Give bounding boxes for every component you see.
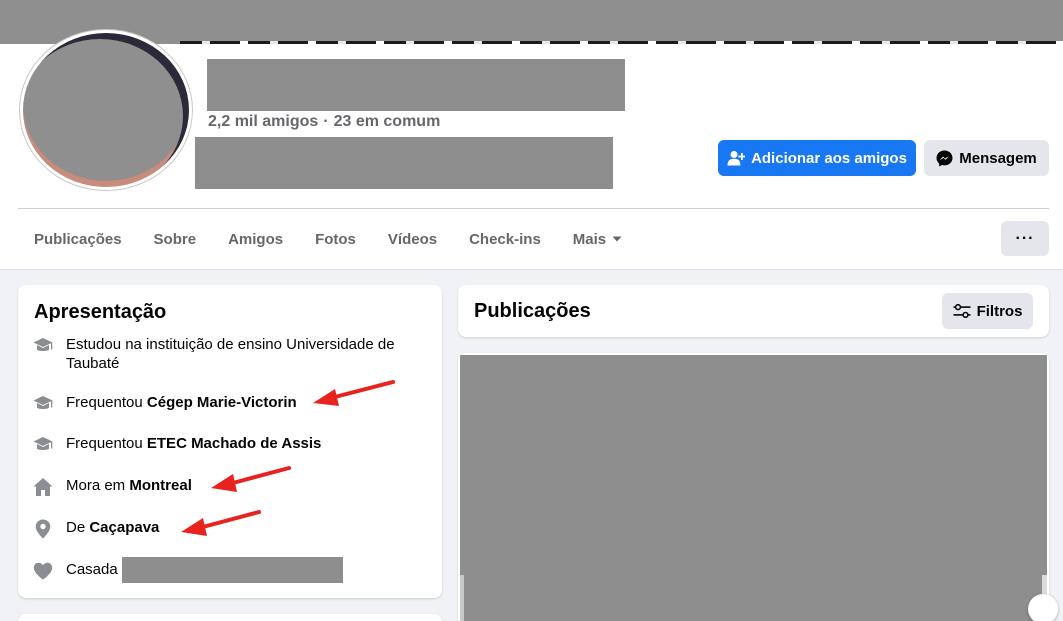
post-options-button[interactable] — [1028, 594, 1058, 621]
intro-item-text: Frequentou ETEC Machado de Assis — [66, 435, 322, 452]
hometown-link[interactable]: Caçapava — [89, 519, 159, 536]
home-icon — [32, 476, 54, 498]
add-friend-label: Adicionar aos amigos — [751, 149, 907, 167]
friends-count[interactable]: 2,2 mil amigos — [208, 113, 318, 130]
profile-name-redacted — [207, 59, 625, 111]
add-person-icon — [727, 151, 746, 166]
tab-label: Fotos — [315, 230, 356, 248]
intro-item-education: Estudou na instituição de ensino Univers… — [32, 335, 422, 373]
tab-label: Publicações — [34, 230, 122, 248]
intro-title: Apresentação — [34, 301, 167, 323]
tab-label: Amigos — [228, 230, 284, 248]
mutual-friends[interactable]: 23 em comum — [334, 113, 441, 130]
filters-label: Filtros — [976, 302, 1023, 320]
separator-dot: · — [323, 113, 329, 130]
post-image-edge — [460, 575, 464, 621]
sliders-icon — [953, 304, 971, 318]
tab-fotos[interactable]: Fotos — [299, 216, 372, 262]
profile-avatar-redacted[interactable] — [20, 30, 192, 190]
mutual-friends-avatars-redacted — [195, 137, 613, 189]
intro-item-text: Mora em Montreal — [66, 477, 192, 494]
more-options-button[interactable]: ··· — [1001, 221, 1049, 256]
post-image-redacted[interactable] — [460, 355, 1047, 621]
more-options-icon: ··· — [1015, 229, 1035, 247]
intro-item-text: Casada — [66, 561, 118, 578]
add-friend-button[interactable]: Adicionar aos amigos — [718, 140, 916, 176]
location-pin-icon — [32, 518, 54, 540]
next-card — [18, 614, 442, 621]
post-card — [458, 353, 1049, 621]
tab-label: Vídeos — [387, 230, 438, 248]
tab-videos[interactable]: Vídeos — [372, 216, 453, 262]
graduation-cap-icon — [32, 393, 54, 415]
tab-label: Check-ins — [469, 230, 541, 248]
profile-tabs: Publicações Sobre Amigos Fotos Vídeos Ch… — [18, 216, 638, 262]
intro-card: Apresentação Estudou na instituição de e… — [18, 285, 442, 598]
intro-item-text: Estudou na instituição de ensino Univers… — [66, 336, 395, 372]
tab-check-ins[interactable]: Check-ins — [453, 216, 557, 262]
caret-down-icon — [612, 236, 622, 242]
tab-mais[interactable]: Mais — [557, 216, 638, 262]
filters-button[interactable]: Filtros — [942, 293, 1033, 329]
graduation-cap-icon — [32, 335, 54, 357]
profile-header: 2,2 mil amigos · 23 em comum Adicionar aos… — [0, 30, 1063, 270]
annotation-arrow-icon — [211, 466, 291, 492]
header-divider — [18, 208, 1049, 209]
friends-summary[interactable]: 2,2 mil amigos · 23 em comum — [208, 113, 440, 131]
school-link[interactable]: ETEC Machado de Assis — [147, 435, 322, 452]
intro-item-attended-etec: Frequentou ETEC Machado de Assis — [32, 434, 422, 456]
tab-amigos[interactable]: Amigos — [212, 216, 299, 262]
annotation-arrow-icon — [313, 380, 395, 406]
intro-item-text: Frequentou Cégep Marie-Victorin — [66, 394, 297, 411]
school-link[interactable]: Cégep Marie-Victorin — [147, 394, 297, 411]
tab-publicacoes[interactable]: Publicações — [18, 216, 138, 262]
messenger-icon — [936, 150, 953, 166]
intro-item-text: De Caçapava — [66, 519, 160, 536]
tab-label: Mais — [572, 230, 607, 248]
spouse-name-redacted[interactable] — [122, 557, 343, 583]
message-label: Mensagem — [959, 149, 1037, 167]
graduation-cap-icon — [32, 434, 54, 456]
city-link[interactable]: Montreal — [129, 477, 192, 494]
posts-header-card: Publicações Filtros — [458, 285, 1049, 337]
posts-title: Publicações — [474, 300, 591, 322]
cover-photo-redacted — [0, 0, 1063, 44]
annotation-arrow-icon — [181, 510, 261, 536]
heart-icon — [32, 560, 54, 582]
tab-label: Sobre — [153, 230, 197, 248]
tab-sobre[interactable]: Sobre — [138, 216, 213, 262]
message-button[interactable]: Mensagem — [924, 140, 1049, 176]
